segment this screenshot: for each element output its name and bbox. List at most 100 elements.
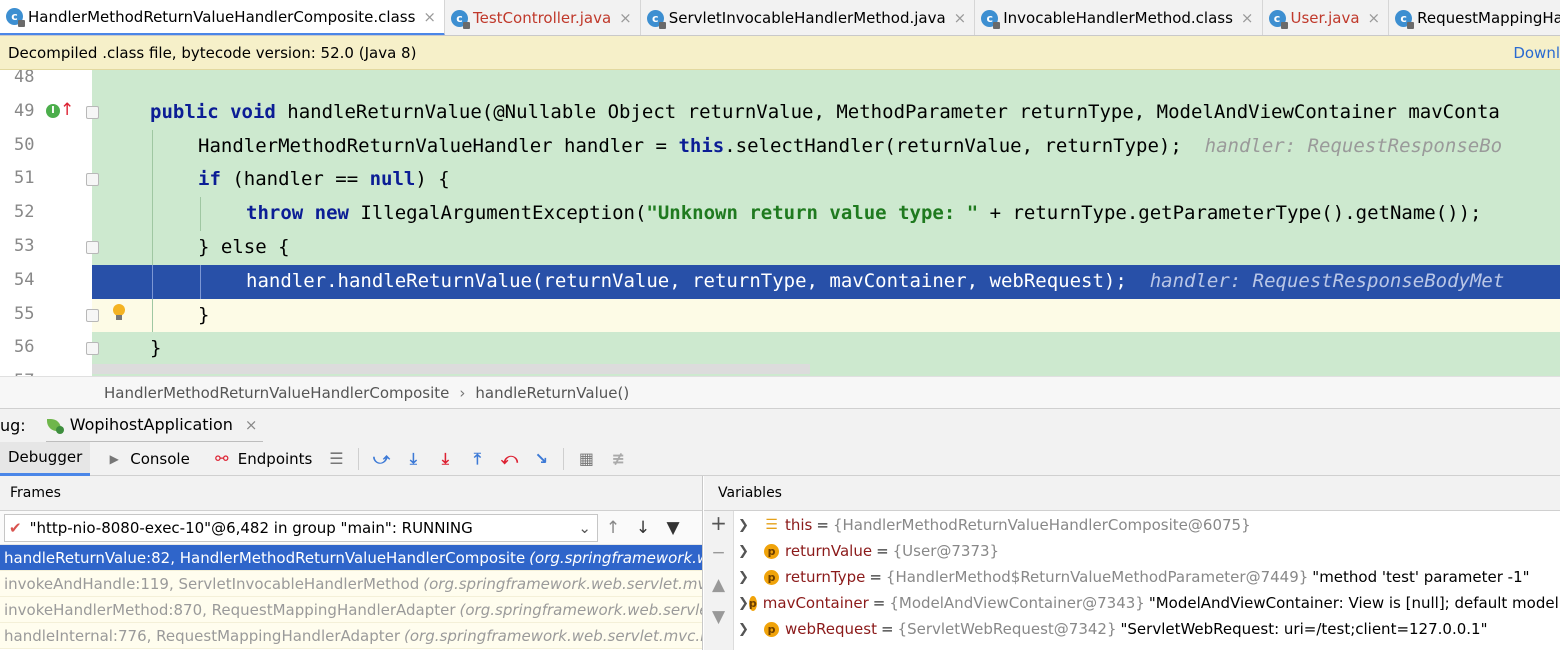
show-execution-point-icon[interactable]: ⤻	[370, 448, 392, 470]
close-icon[interactable]: ×	[1241, 9, 1254, 27]
class-icon: c	[6, 8, 25, 27]
debug-label: ug:	[0, 416, 26, 435]
frames-panel: Frames ✔ "http-nio-8080-exec-10"@6,482 i…	[0, 476, 703, 650]
lightbulb-icon[interactable]	[112, 304, 126, 320]
close-icon[interactable]: ×	[245, 416, 258, 434]
variable-row[interactable]: ❯ p returnType = {HandlerMethod$ReturnValu…	[734, 564, 1560, 590]
tab-label: User.java	[1290, 9, 1360, 27]
close-icon[interactable]: ×	[619, 9, 632, 27]
close-icon[interactable]: ×	[954, 9, 967, 27]
breadcrumb-method[interactable]: handleReturnValue()	[475, 384, 629, 402]
tab-endpoints[interactable]: ⚯ Endpoints	[198, 442, 321, 476]
fold-marker-icon[interactable]	[86, 241, 99, 254]
notice-text: Decompiled .class file, bytecode version…	[8, 43, 417, 62]
fold-marker-icon[interactable]	[86, 309, 99, 322]
endpoints-icon: ⚯	[215, 449, 229, 468]
variable-row[interactable]: ❯ p webRequest = {ServletWebRequest@7342} "…	[734, 616, 1560, 642]
expand-arrow-icon[interactable]: ❯	[738, 518, 764, 533]
expand-arrow-icon[interactable]: ❯	[738, 544, 764, 559]
code-text: } else {	[198, 236, 290, 258]
step-over-icon[interactable]: ⤓	[402, 448, 424, 470]
app-tab-label: WopihostApplication	[69, 415, 233, 434]
class-icon: c	[646, 9, 666, 29]
class-icon: c	[1268, 9, 1288, 29]
tab-handlermethodreturnvaluehandlercomposite[interactable]: c HandlerMethodReturnValueHandlerComposi…	[0, 0, 445, 35]
code-text: }	[198, 304, 210, 326]
code-line-48: 48	[0, 70, 1560, 96]
breadcrumb-class[interactable]: HandlerMethodReturnValueHandlerComposite	[104, 384, 449, 402]
tab-debugger[interactable]: Debugger	[0, 441, 91, 476]
close-icon[interactable]: ×	[423, 8, 436, 26]
step-into-icon[interactable]: ⤓	[434, 448, 456, 470]
variables-tree: ❯ ☰ this = {HandlerMethodReturnValueHandle…	[734, 512, 1560, 642]
evaluate-expression-icon[interactable]: ▦	[575, 448, 597, 470]
variable-row[interactable]: ❯ ☰ this = {HandlerMethodReturnValueHandle…	[734, 512, 1560, 538]
stack-frame[interactable]: invokeAndHandle:119, ServletInvocableHan…	[0, 571, 702, 597]
code-line-55: 55 }	[0, 299, 1560, 333]
variables-header: Variables	[704, 476, 1560, 511]
move-up-icon[interactable]: ▲	[704, 575, 733, 607]
variable-row[interactable]: ❯ p returnValue = {User@7373}	[734, 538, 1560, 564]
check-icon: ✔	[9, 518, 22, 537]
frame-up-icon[interactable]: ↑	[598, 518, 628, 538]
implements-method-icon[interactable]: I	[46, 104, 60, 118]
expand-arrow-icon[interactable]: ❯	[738, 596, 749, 611]
code-line-56: 56 }	[0, 332, 1560, 366]
inline-debug-hint: handler: RequestResponseBodyMet	[1149, 270, 1505, 292]
inline-debug-hint: handler: RequestResponseBo	[1204, 135, 1503, 157]
debug-tool-window-header: ug: WopihostApplication ×	[0, 408, 1560, 443]
thread-name: "http-nio-8080-exec-10"@6,482 in group "…	[29, 518, 473, 537]
stack-frame[interactable]: handleReturnValue:82, HandlerMethodRetur…	[0, 545, 702, 571]
variables-side-toolbar: + − ▲ ▼	[704, 511, 734, 650]
parameter-icon: p	[764, 543, 779, 559]
horizontal-scrollbar[interactable]	[92, 364, 810, 374]
breadcrumb: HandlerMethodReturnValueHandlerComposite…	[0, 376, 1560, 408]
decompiled-notice-bar: Decompiled .class file, bytecode version…	[0, 36, 1560, 70]
code-text: HandlerMethodReturnValueHandler handler …	[198, 135, 1503, 157]
tab-user[interactable]: c User.java ×	[1263, 0, 1390, 35]
class-icon: c	[1395, 9, 1415, 29]
line-number: 52	[14, 202, 35, 222]
code-text: public void handleReturnValue(@Nullable …	[150, 101, 1500, 123]
drop-frame-icon[interactable]: ⤺	[498, 448, 520, 470]
code-editor[interactable]: 48 49 I ↑ public void handleReturnValue(…	[0, 70, 1560, 376]
parameter-icon: p	[764, 569, 779, 585]
tab-label: InvocableHandlerMethod.class	[1003, 9, 1233, 27]
fold-marker-icon[interactable]	[86, 106, 99, 119]
trace-icon[interactable]: ≢	[607, 448, 629, 470]
tab-servletinvocablehandlermethod[interactable]: c ServletInvocableHandlerMethod.java ×	[641, 0, 976, 35]
fold-marker-icon[interactable]	[86, 342, 99, 355]
menu-icon[interactable]: ☰	[325, 448, 347, 470]
expand-arrow-icon[interactable]: ❯	[738, 622, 764, 637]
tab-wopihost-application[interactable]: WopihostApplication ×	[45, 409, 264, 443]
code-text: if (handler == null) {	[198, 168, 450, 190]
fold-marker-icon[interactable]	[86, 173, 99, 186]
stack-frame[interactable]: handleInternal:776, RequestMappingHandle…	[0, 623, 702, 649]
add-watch-icon[interactable]: +	[704, 511, 733, 543]
download-sources-link[interactable]: Downl	[1513, 44, 1560, 62]
step-out-icon[interactable]: ⤒	[466, 448, 488, 470]
line-number: 55	[14, 304, 35, 324]
move-down-icon[interactable]: ▼	[704, 607, 733, 639]
remove-watch-icon[interactable]: −	[704, 543, 733, 575]
tab-testcontroller[interactable]: c TestController.java ×	[445, 0, 641, 35]
chevron-right-icon: ›	[459, 383, 466, 402]
run-to-cursor-icon[interactable]: ↘	[530, 448, 552, 470]
frame-down-icon[interactable]: ↓	[628, 518, 658, 538]
variable-row[interactable]: ❯ p mavContainer = {ModelAndViewContainer@…	[734, 590, 1560, 616]
tab-requestmappinghandler[interactable]: c RequestMappingHan	[1389, 0, 1560, 35]
thread-selector[interactable]: ✔ "http-nio-8080-exec-10"@6,482 in group…	[4, 513, 598, 542]
fields-icon: ☰	[765, 517, 778, 533]
close-icon[interactable]: ×	[1368, 9, 1381, 27]
tab-console[interactable]: ▶ Console	[90, 442, 198, 476]
debugger-toolbar: Debugger ▶ Console ⚯ Endpoints ☰ ⤻ ⤓ ⤓ ⤒…	[0, 441, 1560, 476]
thread-row: ✔ "http-nio-8080-exec-10"@6,482 in group…	[0, 511, 702, 545]
stack-frame[interactable]: invokeHandlerMethod:870, RequestMappingH…	[0, 597, 702, 623]
line-number: 50	[14, 135, 35, 155]
code-text: handler.handleReturnValue(returnValue, r…	[246, 270, 1505, 292]
expand-arrow-icon[interactable]: ❯	[738, 570, 764, 585]
tab-invocablehandlermethod[interactable]: c InvocableHandlerMethod.class ×	[975, 0, 1263, 35]
override-up-arrow-icon[interactable]: ↑	[60, 100, 74, 120]
filter-icon[interactable]: ▼	[658, 518, 688, 538]
chevron-down-icon: ⌄	[578, 518, 591, 537]
